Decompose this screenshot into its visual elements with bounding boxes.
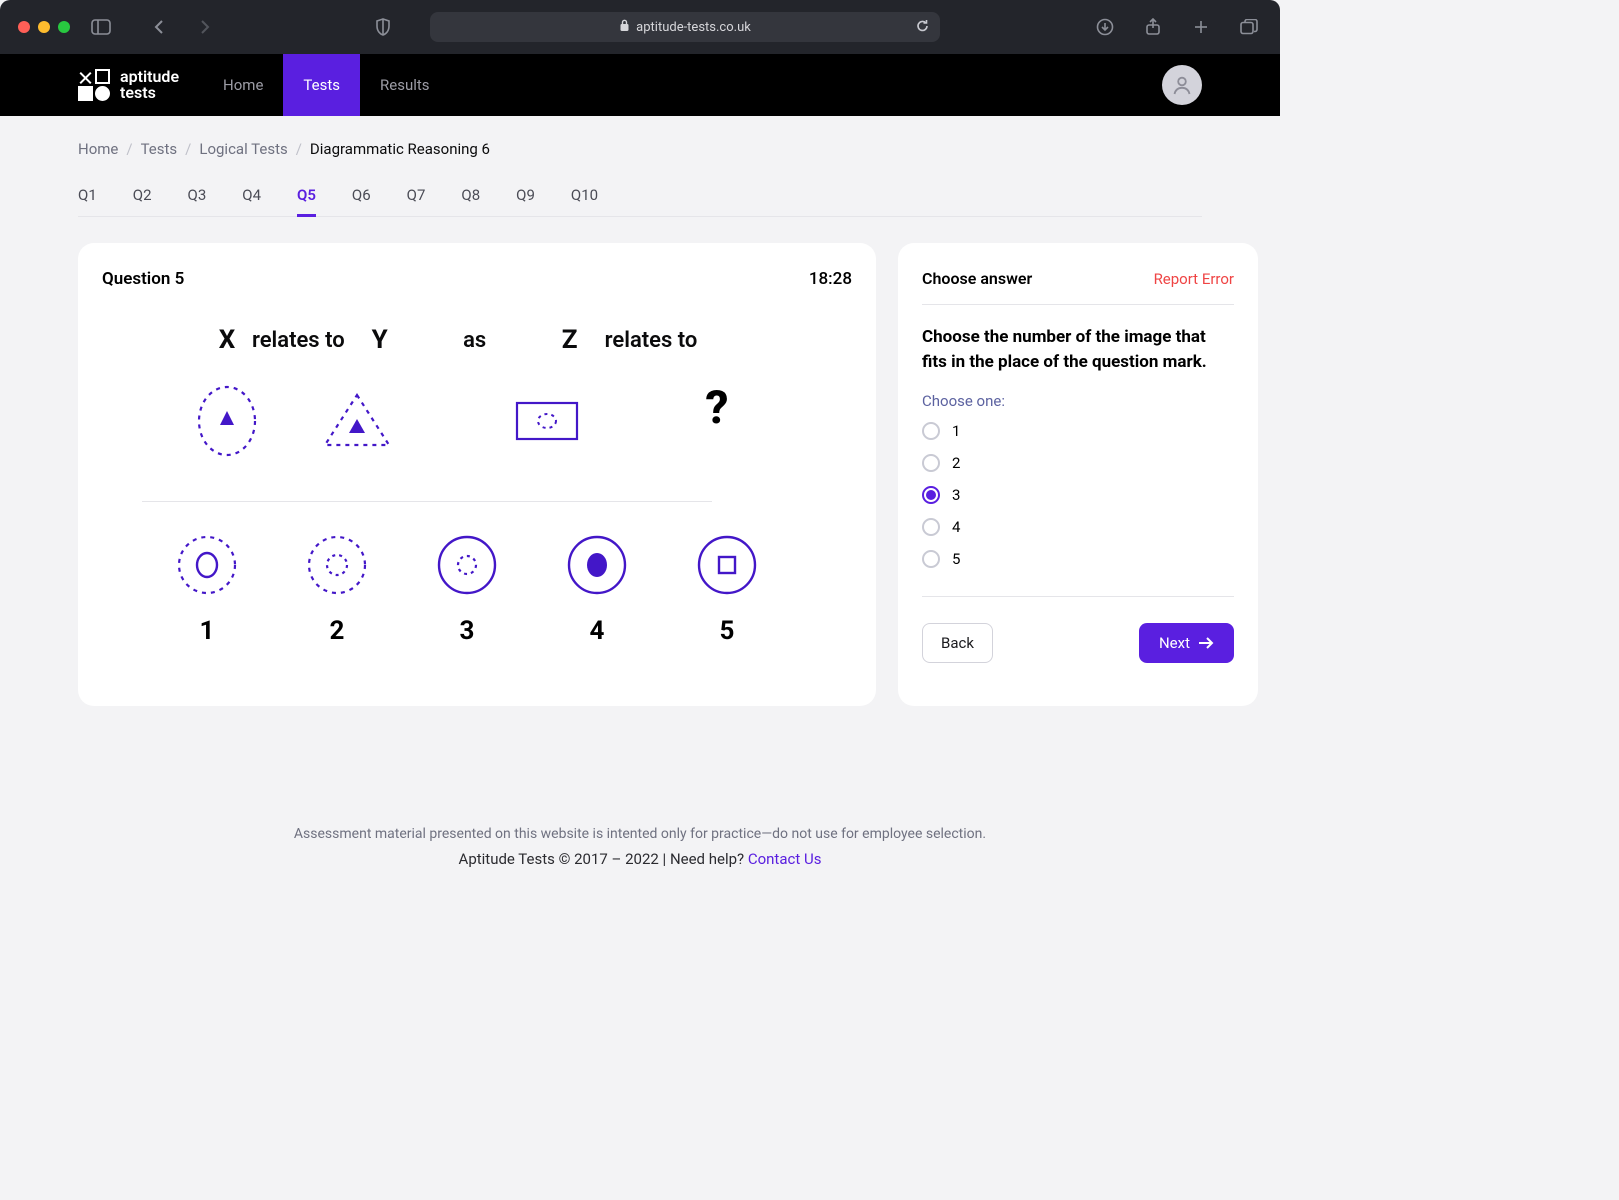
tab-q1[interactable]: Q1 (78, 176, 97, 216)
puzzle-option-1: 1 (142, 530, 272, 646)
radio-icon (922, 486, 940, 504)
question-tabs: Q1 Q2 Q3 Q4 Q5 Q6 Q7 Q8 Q9 Q10 (78, 176, 1202, 217)
nav-item-tests[interactable]: Tests (283, 54, 360, 116)
tab-q10[interactable]: Q10 (571, 176, 598, 216)
nav-back-icon[interactable] (146, 14, 172, 40)
radio-icon (922, 422, 940, 440)
answer-option-1[interactable]: 1 (922, 422, 1234, 440)
lock-icon (619, 19, 630, 36)
puzzle-option-3: 3 (402, 530, 532, 646)
window-close-button[interactable] (18, 21, 30, 33)
site-topnav: aptitudetests Home Tests Results (0, 54, 1280, 116)
answer-prompt: Choose the number of the image that fits… (922, 325, 1234, 374)
downloads-icon[interactable] (1092, 14, 1118, 40)
puzzle-option-4: 4 (532, 530, 662, 646)
puzzle-question-mark: ? (652, 381, 782, 461)
user-icon (1171, 74, 1193, 96)
avatar[interactable] (1162, 65, 1202, 105)
radio-icon (922, 454, 940, 472)
tab-q3[interactable]: Q3 (188, 176, 207, 216)
question-label: Question 5 (102, 269, 184, 289)
url-text: aptitude-tests.co.uk (636, 20, 751, 35)
radio-icon (922, 550, 940, 568)
tab-q5[interactable]: Q5 (297, 176, 316, 216)
choose-one-label: Choose one: (922, 392, 1234, 410)
crumb-current: Diagrammatic Reasoning 6 (310, 140, 490, 158)
browser-chrome: aptitude-tests.co.uk (0, 0, 1280, 54)
share-icon[interactable] (1140, 14, 1166, 40)
answer-title: Choose answer (922, 269, 1032, 288)
puzzle-area: X relates to Y as Z relates to (102, 289, 852, 656)
nav-item-results[interactable]: Results (360, 54, 450, 116)
puzzle-option-2: 2 (272, 530, 402, 646)
brand-text: aptitudetests (120, 69, 179, 101)
timer: 18:28 (809, 269, 852, 289)
tab-q7[interactable]: Q7 (407, 176, 426, 216)
answer-option-2[interactable]: 2 (922, 454, 1234, 472)
breadcrumb: Home/ Tests/ Logical Tests/ Diagrammatic… (78, 140, 1202, 158)
puzzle-option-5: 5 (662, 530, 792, 646)
brand-logo[interactable]: aptitudetests (78, 69, 179, 101)
sidebar-toggle-icon[interactable] (88, 14, 114, 40)
question-card: Question 5 18:28 X relates to Y as Z rel… (78, 243, 876, 706)
tab-q8[interactable]: Q8 (461, 176, 480, 216)
new-tab-icon[interactable] (1188, 14, 1214, 40)
footer-contact-link[interactable]: Contact Us (748, 850, 822, 868)
url-bar[interactable]: aptitude-tests.co.uk (430, 12, 940, 42)
window-zoom-button[interactable] (58, 21, 70, 33)
crumb-logical[interactable]: Logical Tests (199, 140, 287, 158)
answer-option-4[interactable]: 4 (922, 518, 1234, 536)
puzzle-shape-y (292, 381, 422, 461)
answer-options: 1 2 3 4 5 (922, 422, 1234, 568)
crumb-tests[interactable]: Tests (141, 140, 178, 158)
answer-option-3[interactable]: 3 (922, 486, 1234, 504)
nav-items: Home Tests Results (203, 54, 449, 116)
crumb-home[interactable]: Home (78, 140, 118, 158)
tabs-overview-icon[interactable] (1236, 14, 1262, 40)
answer-option-5[interactable]: 5 (922, 550, 1234, 568)
nav-forward-icon[interactable] (192, 14, 218, 40)
reload-icon[interactable] (915, 18, 930, 37)
radio-icon (922, 518, 940, 536)
arrow-right-icon (1198, 636, 1214, 650)
window-minimize-button[interactable] (38, 21, 50, 33)
footer-disclaimer: Assessment material presented on this we… (78, 826, 1202, 842)
puzzle-letter-y: Y (315, 325, 445, 355)
back-button[interactable]: Back (922, 623, 993, 663)
answer-card: Choose answer Report Error Choose the nu… (898, 243, 1258, 706)
tab-q2[interactable]: Q2 (133, 176, 152, 216)
next-button[interactable]: Next (1139, 623, 1234, 663)
tab-q6[interactable]: Q6 (352, 176, 371, 216)
nav-item-home[interactable]: Home (203, 54, 283, 116)
puzzle-shape-z (482, 381, 612, 461)
shield-icon[interactable] (370, 14, 396, 40)
brand-icon (78, 69, 110, 101)
puzzle-word-relates2: relates to (605, 328, 698, 353)
tab-q4[interactable]: Q4 (242, 176, 261, 216)
footer-copyright: Aptitude Tests © 2017 – 2022 | Need help… (459, 850, 748, 868)
tab-q9[interactable]: Q9 (516, 176, 535, 216)
site-footer: Assessment material presented on this we… (78, 826, 1202, 868)
report-error-link[interactable]: Report Error (1154, 270, 1234, 288)
window-controls (18, 21, 70, 33)
puzzle-shape-x (162, 381, 292, 461)
puzzle-word-as: as (445, 328, 505, 353)
